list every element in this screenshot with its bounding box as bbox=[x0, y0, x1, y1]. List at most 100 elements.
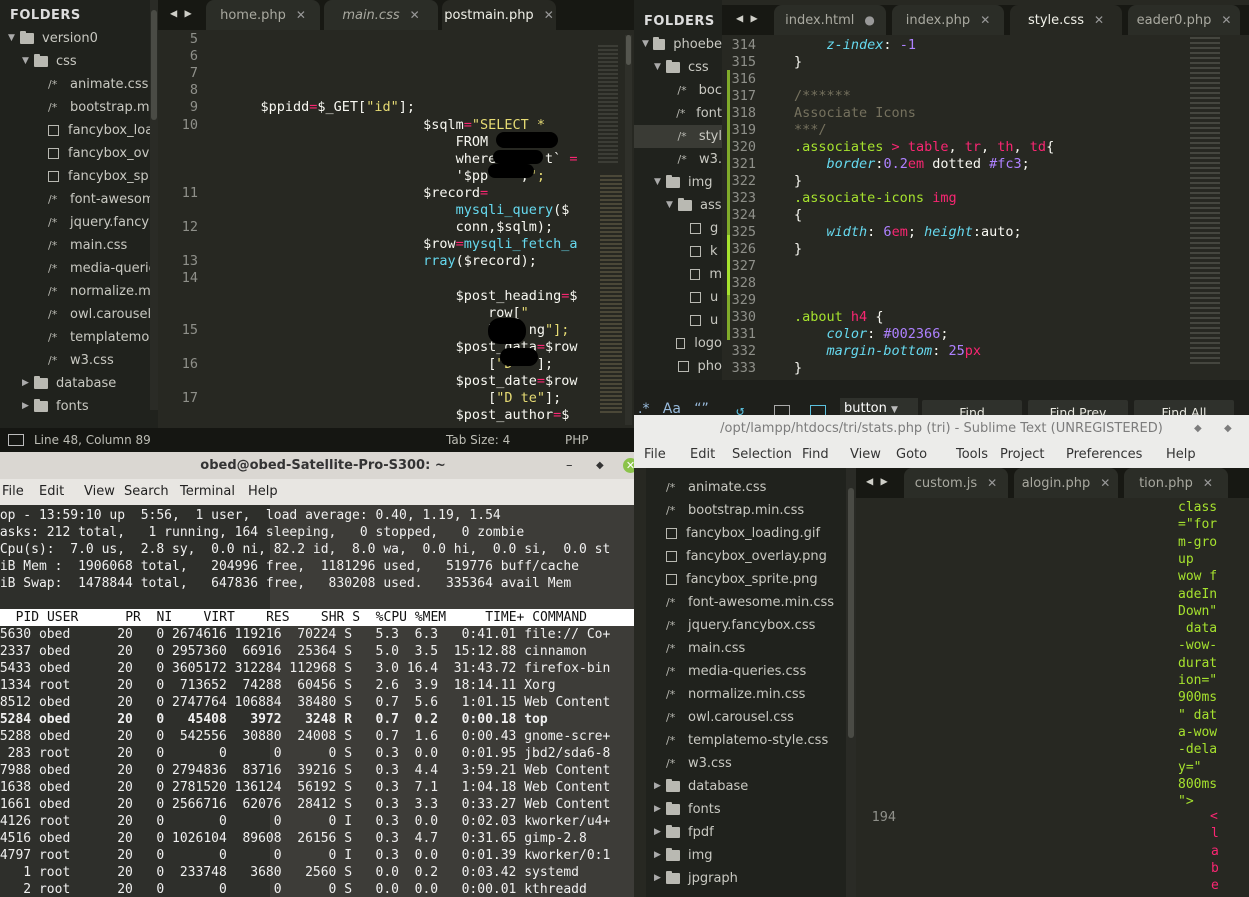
tree-item[interactable]: fancybox_sp bbox=[0, 165, 158, 188]
collapsed-arrow-icon[interactable]: ▶ bbox=[654, 775, 666, 798]
menu-terminal[interactable]: Terminal bbox=[180, 484, 235, 499]
expanded-arrow-icon[interactable]: ▼ bbox=[654, 171, 666, 194]
tree-item[interactable]: ▶ img bbox=[646, 844, 856, 867]
close-tab-icon[interactable]: ✕ bbox=[1221, 13, 1231, 27]
tree-item[interactable]: /* templatemo- bbox=[0, 326, 158, 349]
tree-item[interactable]: ▶ database bbox=[0, 372, 158, 395]
tree-item[interactable]: ▼ version0 bbox=[0, 27, 158, 50]
sidebar-scrollbar[interactable] bbox=[150, 0, 158, 410]
menu-edit[interactable]: Edit bbox=[39, 484, 64, 499]
collapsed-arrow-icon[interactable]: ▶ bbox=[22, 372, 34, 395]
menu-help[interactable]: Help bbox=[1166, 447, 1196, 462]
tree-item[interactable]: /* jquery.fancyl bbox=[0, 211, 158, 234]
tree-item[interactable]: /* main.css bbox=[646, 637, 856, 660]
tree-item[interactable]: /* jquery.fancybox.css bbox=[646, 614, 856, 637]
tree-item[interactable]: /* font-awesom bbox=[0, 188, 158, 211]
menu-help[interactable]: Help bbox=[248, 484, 278, 499]
tree-item[interactable]: logo bbox=[634, 332, 722, 355]
tree-item[interactable]: /* w3. bbox=[634, 148, 722, 171]
tree-item[interactable]: g bbox=[634, 217, 722, 240]
editor-scrollbar[interactable] bbox=[625, 35, 632, 425]
tree-item[interactable]: /* owl.carousel.css bbox=[646, 706, 856, 729]
terminal-output[interactable]: top - 13:59:10 up 5:56, 1 user, load ave… bbox=[0, 505, 640, 897]
close-tab-icon[interactable]: ✕ bbox=[1203, 476, 1213, 490]
close-tab-icon[interactable]: ✕ bbox=[1100, 476, 1110, 490]
tab[interactable]: tion.php ✕ bbox=[1124, 468, 1228, 498]
tree-item[interactable]: ▼ img bbox=[634, 171, 722, 194]
tab[interactable]: index.html ● bbox=[774, 5, 886, 35]
menu-preferences[interactable]: Preferences bbox=[1066, 447, 1142, 462]
expanded-arrow-icon[interactable]: ▼ bbox=[654, 56, 666, 79]
tree-item[interactable]: ▼ phoebe bbox=[634, 33, 722, 56]
menu-find[interactable]: Find bbox=[802, 447, 829, 462]
tree-item[interactable]: u bbox=[634, 286, 722, 309]
tree-item[interactable]: /* bootstrap.mi bbox=[0, 96, 158, 119]
tree-item[interactable]: /* media-querie bbox=[0, 257, 158, 280]
maximize-button[interactable]: ◆ bbox=[1194, 415, 1202, 442]
expanded-arrow-icon[interactable]: ▼ bbox=[22, 50, 34, 73]
minimize-button[interactable]: – bbox=[566, 452, 573, 479]
menu-search[interactable]: Search bbox=[124, 484, 169, 499]
tree-item[interactable]: fancybox_sprite.png bbox=[646, 568, 856, 591]
menu-file[interactable]: File bbox=[644, 447, 666, 462]
tree-item[interactable]: /* main.css bbox=[0, 234, 158, 257]
menu-selection[interactable]: Selection bbox=[732, 447, 792, 462]
tree-item[interactable]: /* media-queries.css bbox=[646, 660, 856, 683]
maximize-button[interactable]: ◆ bbox=[596, 452, 604, 479]
code-editor[interactable]: 314 315 316 317 318 319 320 321 322 323 324 325 326 3… bbox=[722, 35, 1249, 380]
tab[interactable]: index.php ✕ bbox=[892, 5, 1004, 35]
tab[interactable]: eader0.php ✕ bbox=[1128, 5, 1240, 35]
menu-goto[interactable]: Goto bbox=[896, 447, 927, 462]
collapsed-arrow-icon[interactable]: ▶ bbox=[654, 821, 666, 844]
unsaved-dot-icon[interactable]: ● bbox=[864, 13, 874, 27]
tree-item[interactable]: /* font-awesome.min.css bbox=[646, 591, 856, 614]
tab-nav-arrows[interactable]: ◀ ▶ bbox=[170, 6, 192, 20]
expanded-arrow-icon[interactable]: ▼ bbox=[642, 33, 653, 56]
tree-item[interactable]: ▼ css bbox=[634, 56, 722, 79]
menu-file[interactable]: File bbox=[2, 484, 24, 499]
menu-tools[interactable]: Tools bbox=[956, 447, 988, 462]
collapsed-arrow-icon[interactable]: ▶ bbox=[654, 867, 666, 890]
minimap[interactable] bbox=[598, 35, 626, 425]
menu-view[interactable]: View bbox=[850, 447, 881, 462]
tree-item[interactable]: /* normalize.mi bbox=[0, 280, 158, 303]
tab[interactable]: style.css ✕ bbox=[1010, 5, 1122, 35]
horizontal-scrollbar[interactable] bbox=[634, 380, 1249, 395]
tree-item[interactable]: ▶ fonts bbox=[646, 798, 856, 821]
tab-nav-arrows[interactable]: ◀ ▶ bbox=[736, 11, 758, 25]
tree-item[interactable]: fancybox_ov bbox=[0, 142, 158, 165]
tree-item[interactable]: /* templatemo-style.css bbox=[646, 729, 856, 752]
tree-item[interactable]: /* bootstrap.min.css bbox=[646, 499, 856, 522]
tree-item[interactable]: /* w3.css bbox=[646, 752, 856, 775]
close-tab-icon[interactable]: ✕ bbox=[980, 13, 990, 27]
tree-item[interactable]: ▶ fpdf bbox=[646, 821, 856, 844]
tab[interactable]: custom.js ✕ bbox=[904, 468, 1008, 498]
tree-item[interactable]: pho bbox=[634, 355, 722, 378]
collapsed-arrow-icon[interactable]: ▶ bbox=[654, 844, 666, 867]
close-button[interactable]: ◆ bbox=[1224, 415, 1232, 442]
panel-toggle-icon[interactable] bbox=[8, 434, 24, 446]
tree-item[interactable]: ▶ database bbox=[646, 775, 856, 798]
collapsed-arrow-icon[interactable]: ▶ bbox=[22, 395, 34, 418]
expanded-arrow-icon[interactable]: ▼ bbox=[666, 194, 678, 217]
code-editor[interactable]: 194 class ="for m-gro up wow f adeIn Down" dat… bbox=[856, 498, 1249, 897]
minimap[interactable] bbox=[1190, 37, 1226, 377]
syntax-mode[interactable]: PHP bbox=[565, 428, 589, 452]
tree-item[interactable]: /* w3.css bbox=[0, 349, 158, 372]
tree-item[interactable]: ▼ css bbox=[0, 50, 158, 73]
tree-item[interactable]: /* boc bbox=[634, 79, 722, 102]
menu-edit[interactable]: Edit bbox=[690, 447, 715, 462]
menu-project[interactable]: Project bbox=[1000, 447, 1044, 462]
tab-nav-arrows[interactable]: ◀ ▶ bbox=[866, 474, 888, 488]
tree-item[interactable]: k bbox=[634, 240, 722, 263]
tab[interactable]: main.css ✕ bbox=[324, 0, 438, 30]
code-editor[interactable]: 5 6 7 8 9 10 11 12 13 14 15 16 17 $ppidd=$_GET["id"]… bbox=[158, 30, 634, 428]
tree-item[interactable]: fancybox_loa bbox=[0, 119, 158, 142]
tree-item[interactable]: m bbox=[634, 263, 722, 286]
close-tab-icon[interactable]: ✕ bbox=[296, 8, 306, 22]
close-tab-icon[interactable]: ✕ bbox=[544, 8, 554, 22]
tree-item[interactable]: ▶ jpgraph bbox=[646, 867, 856, 890]
close-tab-icon[interactable]: ✕ bbox=[410, 8, 420, 22]
tab[interactable]: home.php ✕ bbox=[206, 0, 320, 30]
tree-item[interactable]: /* normalize.min.css bbox=[646, 683, 856, 706]
